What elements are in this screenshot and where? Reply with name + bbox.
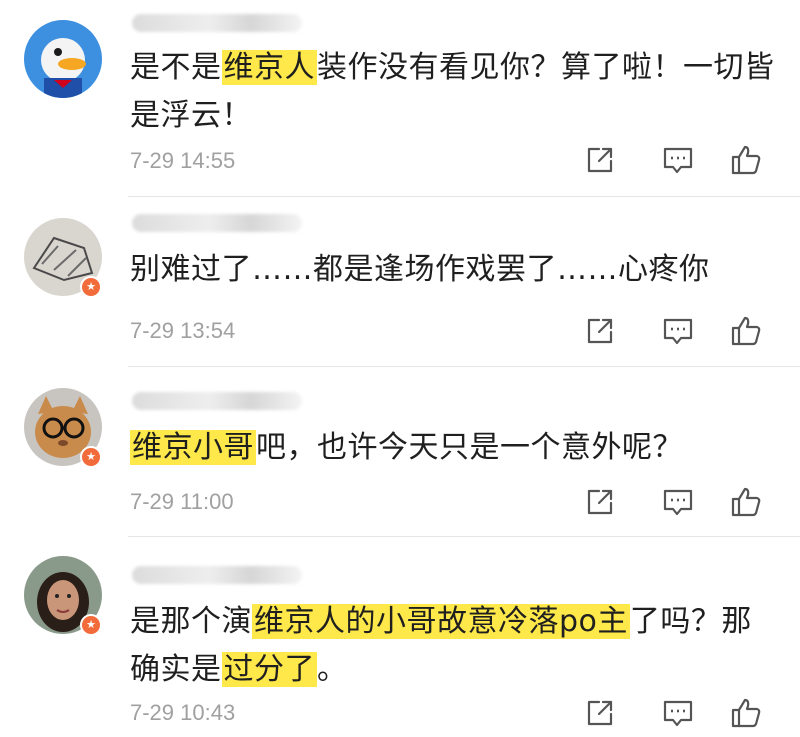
- share-icon[interactable]: [582, 313, 618, 349]
- share-icon[interactable]: [582, 695, 618, 731]
- comment-icon[interactable]: [660, 142, 696, 178]
- star-badge-icon: ★: [80, 446, 102, 468]
- comment-actions: [582, 142, 782, 182]
- highlighted-text: 维京人: [221, 50, 317, 85]
- thumbs-up-icon[interactable]: [728, 142, 764, 178]
- comment-icon[interactable]: [660, 484, 696, 520]
- username-redacted: [132, 14, 302, 32]
- share-icon[interactable]: [582, 484, 618, 520]
- comment-actions: [582, 695, 782, 735]
- comment-timestamp: 7-29 10:43: [130, 700, 236, 725]
- avatar[interactable]: [24, 20, 102, 98]
- comment-actions: [582, 484, 782, 524]
- comment-text: 别难过了……都是逢场作戏罢了……心疼你: [130, 246, 776, 294]
- comment-timestamp: 7-29 13:54: [130, 318, 236, 343]
- text-segment: 。: [317, 652, 348, 687]
- comment-text: 维京小哥吧，也许今天只是一个意外呢？: [130, 424, 776, 472]
- thumbs-up-icon[interactable]: [728, 313, 764, 349]
- username-redacted: [132, 214, 302, 232]
- thumbs-up-icon[interactable]: [728, 695, 764, 731]
- divider: [128, 196, 800, 197]
- comment-text: 是那个演维京人的小哥故意冷落po主了吗？那确实是过分了。: [130, 598, 776, 694]
- text-segment: 是那个演: [130, 604, 252, 639]
- highlighted-text: 维京人的小哥故意冷落po主: [252, 604, 630, 639]
- comment-icon[interactable]: [660, 695, 696, 731]
- divider: [128, 366, 800, 367]
- highlighted-text: 维京小哥: [130, 430, 256, 465]
- thumbs-up-icon[interactable]: [728, 484, 764, 520]
- text-segment: 吧，也许今天只是一个意外呢？: [256, 430, 683, 465]
- username-redacted: [132, 392, 302, 410]
- comment-timestamp: 7-29 14:55: [130, 148, 236, 173]
- star-badge-icon: ★: [80, 614, 102, 636]
- star-badge-icon: ★: [80, 276, 102, 298]
- divider: [128, 536, 800, 537]
- comment-icon[interactable]: [660, 313, 696, 349]
- text-segment: 是不是: [130, 50, 222, 85]
- highlighted-text: 过分了: [221, 652, 317, 687]
- text-segment: 别难过了……都是逢场作戏罢了……心疼你: [130, 252, 710, 287]
- comment-text: 是不是维京人装作没有看见你？算了啦！一切皆是浮云！: [130, 44, 776, 140]
- comment-actions: [582, 313, 782, 353]
- username-redacted: [132, 566, 302, 584]
- share-icon[interactable]: [582, 142, 618, 178]
- comment-timestamp: 7-29 11:00: [130, 489, 234, 514]
